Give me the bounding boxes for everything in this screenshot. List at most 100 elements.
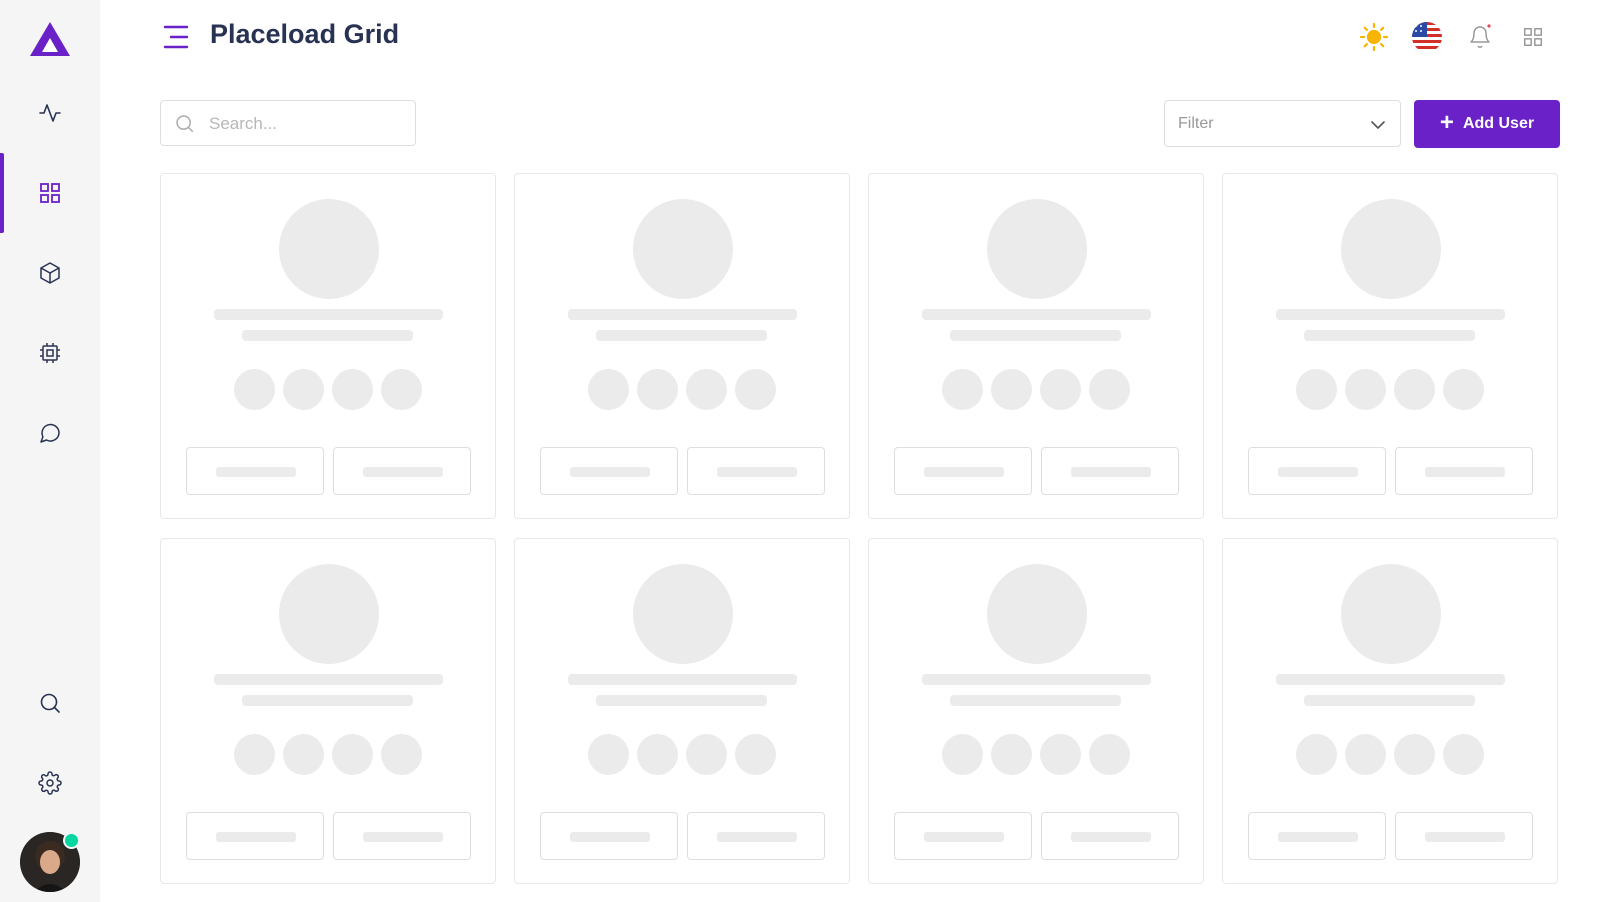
avatar[interactable] — [20, 832, 80, 892]
filter-label: Filter — [1178, 115, 1214, 132]
menu-icon[interactable] — [163, 24, 191, 50]
sidebar-item-cpu[interactable] — [0, 323, 100, 383]
button-label-placeholder — [570, 467, 650, 477]
title-placeholder — [568, 674, 797, 685]
icon-placeholder — [1345, 369, 1386, 410]
icon-placeholder — [735, 734, 776, 775]
subtitle-placeholder — [950, 695, 1121, 706]
title-placeholder — [214, 309, 443, 320]
subtitle-placeholder — [242, 695, 413, 706]
search-field[interactable] — [160, 100, 416, 147]
button-label-placeholder — [1071, 467, 1151, 477]
button-placeholder[interactable] — [687, 812, 825, 860]
button-placeholder[interactable] — [540, 447, 678, 495]
sidebar-item-activity[interactable] — [0, 83, 100, 143]
icon-placeholder — [1394, 734, 1435, 775]
title-placeholder — [214, 674, 443, 685]
placeholder-card — [868, 173, 1204, 519]
button-placeholder[interactable] — [186, 812, 324, 860]
search-input[interactable] — [207, 101, 411, 147]
add-user-label: Add User — [1462, 115, 1535, 132]
button-placeholder[interactable] — [540, 812, 678, 860]
button-label-placeholder — [1071, 832, 1151, 842]
search-icon — [40, 693, 60, 713]
avatar-placeholder — [987, 564, 1087, 664]
logo-icon[interactable] — [28, 20, 72, 58]
apps-grid-icon — [1524, 28, 1542, 46]
button-label-placeholder — [717, 467, 797, 477]
title-placeholder — [1276, 674, 1505, 685]
icon-placeholder — [735, 369, 776, 410]
theme-toggle-button[interactable] — [1357, 20, 1391, 54]
subtitle-placeholder — [1304, 330, 1475, 341]
button-placeholder[interactable] — [186, 447, 324, 495]
social-placeholders — [942, 369, 1130, 410]
sidebar-item-settings[interactable] — [0, 753, 100, 813]
button-placeholder[interactable] — [1041, 447, 1179, 495]
avatar-placeholder — [633, 564, 733, 664]
subtitle-placeholder — [596, 695, 767, 706]
button-label-placeholder — [363, 832, 443, 842]
button-placeholder[interactable] — [1248, 447, 1386, 495]
button-placeholder[interactable] — [1395, 812, 1533, 860]
placeholder-card — [514, 538, 850, 884]
icon-placeholder — [1394, 369, 1435, 410]
button-placeholder[interactable] — [687, 447, 825, 495]
button-placeholder[interactable] — [333, 447, 471, 495]
button-label-placeholder — [717, 832, 797, 842]
icon-placeholder — [332, 369, 373, 410]
avatar-placeholder — [987, 199, 1087, 299]
placeholder-card — [160, 173, 496, 519]
box-icon — [40, 262, 60, 284]
icon-placeholder — [588, 369, 629, 410]
cpu-icon — [40, 343, 60, 363]
icon-placeholder — [283, 734, 324, 775]
sun-icon — [1359, 22, 1389, 52]
icon-placeholder — [686, 734, 727, 775]
filter-select[interactable]: Filter — [1164, 100, 1401, 147]
social-placeholders — [588, 369, 776, 410]
button-label-placeholder — [216, 467, 296, 477]
icon-placeholder — [1443, 369, 1484, 410]
sidebar-item-grid[interactable] — [0, 153, 100, 233]
placeholder-card — [1222, 173, 1558, 519]
button-placeholder[interactable] — [333, 812, 471, 860]
social-placeholders — [234, 369, 422, 410]
icon-placeholder — [1040, 734, 1081, 775]
placeholder-card — [514, 173, 850, 519]
sidebar-item-messages[interactable] — [0, 403, 100, 463]
search-icon — [176, 115, 194, 133]
icon-placeholder — [234, 369, 275, 410]
button-placeholder[interactable] — [894, 812, 1032, 860]
avatar-placeholder — [1341, 564, 1441, 664]
online-status-dot — [63, 832, 80, 849]
icon-placeholder — [686, 369, 727, 410]
button-label-placeholder — [1278, 467, 1358, 477]
icon-placeholder — [1296, 734, 1337, 775]
sidebar-item-box[interactable] — [0, 243, 100, 303]
icon-placeholder — [1089, 734, 1130, 775]
icon-placeholder — [991, 734, 1032, 775]
button-label-placeholder — [1425, 467, 1505, 477]
icon-placeholder — [1296, 369, 1337, 410]
sidebar-item-search[interactable] — [0, 673, 100, 733]
button-placeholder[interactable] — [1248, 812, 1386, 860]
add-user-button[interactable]: + Add User — [1414, 100, 1560, 148]
bell-icon — [1470, 24, 1491, 48]
language-button[interactable] — [1410, 20, 1444, 54]
icon-placeholder — [1089, 369, 1130, 410]
button-placeholder[interactable] — [894, 447, 1032, 495]
social-placeholders — [588, 734, 776, 775]
apps-button[interactable] — [1516, 20, 1550, 54]
button-label-placeholder — [570, 832, 650, 842]
icon-placeholder — [1040, 369, 1081, 410]
button-placeholder[interactable] — [1395, 447, 1533, 495]
button-label-placeholder — [363, 467, 443, 477]
sidebar — [0, 0, 100, 902]
button-placeholder[interactable] — [1041, 812, 1179, 860]
icon-placeholder — [381, 734, 422, 775]
icon-placeholder — [637, 734, 678, 775]
icon-placeholder — [942, 369, 983, 410]
button-label-placeholder — [216, 832, 296, 842]
notifications-button[interactable] — [1463, 20, 1497, 54]
